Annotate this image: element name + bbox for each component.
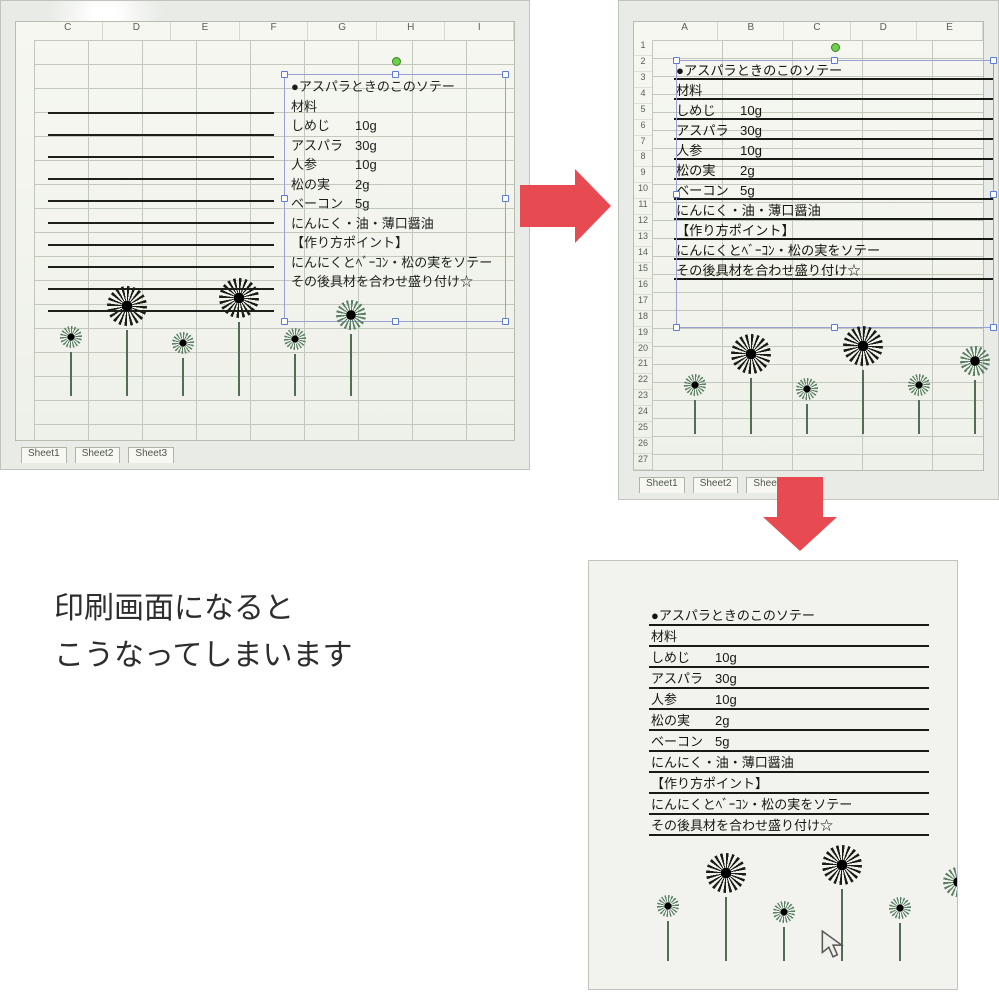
ingredient-row: しめじ10g [291,116,499,136]
flower-art [678,324,992,434]
section-method: 【作り方ポイント】 [649,773,929,794]
arrow-right-icon [520,185,575,227]
sheet-tab[interactable]: Sheet2 [75,447,121,463]
sheet-tab[interactable]: Sheet1 [21,447,67,463]
sheet-tab[interactable]: Sheet2 [693,477,739,493]
method-step: にんにくとﾍﾞｰｺﾝ・松の実をソテー [649,794,929,815]
row-headers: 1234567891011121314151617181920212223242… [634,40,652,470]
flower-art [651,841,958,961]
section-ingredients: 材料 [291,97,499,117]
sheet-tabs[interactable]: Sheet1 Sheet2 Sheet3 [639,477,792,493]
resize-handle[interactable] [502,71,509,78]
resize-handle[interactable] [831,57,838,64]
section-ingredients: 材料 [649,626,929,647]
recipe-title: ●アスパラときのこのソテー [291,77,499,97]
arrow-down-icon [777,477,823,517]
sheet-tabs[interactable]: Sheet1 Sheet2 Sheet3 [21,447,174,463]
rotate-handle-icon[interactable] [392,57,401,66]
caption-line: こうなってしまいます [54,633,353,680]
ingredient-row: ベーコン5g [291,194,499,214]
caption-line: 印刷画面になると [54,586,353,633]
sheet-tab[interactable]: Sheet3 [128,447,174,463]
resize-handle[interactable] [392,71,399,78]
ingredient-row: ベーコン5g [649,731,929,752]
flower-art [54,276,368,396]
resize-handle[interactable] [990,191,997,198]
column-headers: C D E F G H I [34,22,514,40]
ingredient-row: アスパラ30g [291,136,499,156]
screenshot-edit-after: A B C D E 123456789101112131415161718192… [618,0,999,500]
resize-handle[interactable] [673,57,680,64]
method-step: その後具材を合わせ盛り付け☆ [649,815,929,836]
recipe-title: ●アスパラときのこのソテー [649,605,929,626]
recipe-textbox-selection[interactable] [676,60,994,328]
ingredient-row: 松の実2g [649,710,929,731]
ingredient-row: 人参10g [291,155,499,175]
seasoning-line: にんにく・油・薄口醤油 [649,752,929,773]
screenshot-print-preview: ●アスパラときのこのソテー 材料 しめじ10g アスパラ30g 人参10g 松の… [588,560,958,990]
section-method: 【作り方ポイント】 [291,233,499,253]
resize-handle[interactable] [392,318,399,325]
ingredient-row: 人参10g [649,689,929,710]
ingredient-row: アスパラ30g [649,668,929,689]
spreadsheet-viewport: A B C D E 123456789101112131415161718192… [633,21,984,471]
column-headers: A B C D E [652,22,983,40]
resize-handle[interactable] [502,195,509,202]
resize-handle[interactable] [673,191,680,198]
explanation-caption: 印刷画面になると こうなってしまいます [54,586,353,679]
resize-handle[interactable] [281,71,288,78]
cursor-icon [819,929,845,959]
seasoning-line: にんにく・油・薄口醤油 [291,214,499,234]
ingredient-row: 松の実2g [291,175,499,195]
ingredient-row: しめじ10g [649,647,929,668]
sheet-tab[interactable]: Sheet1 [639,477,685,493]
spreadsheet-viewport: C D E F G H I ●アスパラときのこのソテー 材料 しめじ10g アス… [15,21,515,441]
resize-handle[interactable] [990,57,997,64]
method-step: にんにくとﾍﾞｰｺﾝ・松の実をソテー [291,253,499,273]
resize-handle[interactable] [502,318,509,325]
recipe-printed: ●アスパラときのこのソテー 材料 しめじ10g アスパラ30g 人参10g 松の… [649,605,929,836]
rotate-handle-icon[interactable] [831,43,840,52]
resize-handle[interactable] [281,195,288,202]
screenshot-edit-before: C D E F G H I ●アスパラときのこのソテー 材料 しめじ10g アス… [0,0,530,470]
